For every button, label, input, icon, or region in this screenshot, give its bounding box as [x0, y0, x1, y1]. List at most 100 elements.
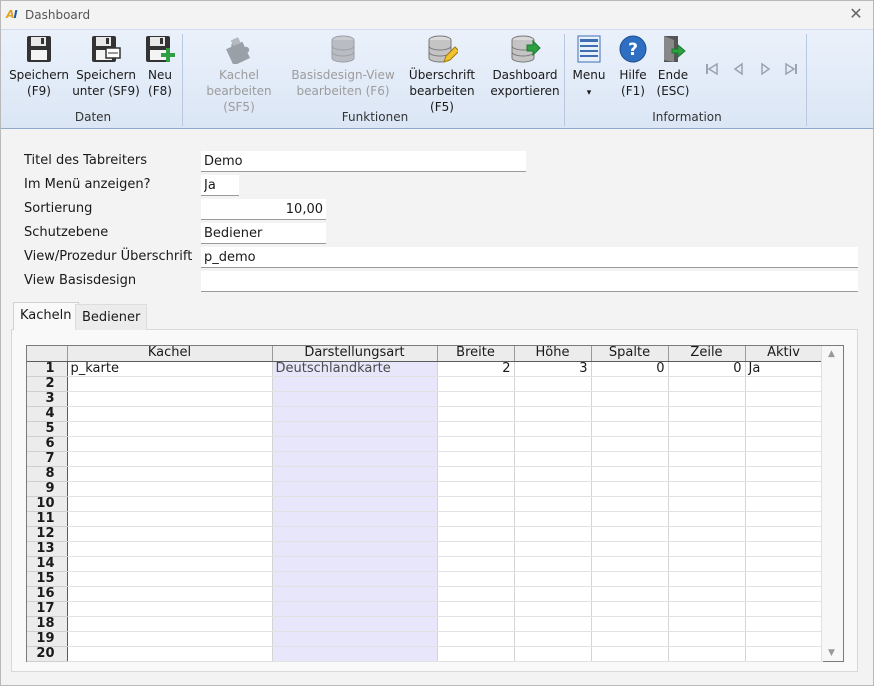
cell-aktiv[interactable]	[745, 481, 823, 497]
cell-aktiv[interactable]	[745, 451, 823, 467]
column-header-darstellungsart[interactable]: Darstellungsart	[272, 346, 438, 362]
column-header-breite[interactable]: Breite	[437, 346, 515, 362]
cell-spalte[interactable]	[591, 526, 669, 542]
cell-aktiv[interactable]	[745, 556, 823, 572]
cell-aktiv[interactable]: Ja	[745, 361, 823, 377]
cell-darstellungsart[interactable]	[272, 466, 438, 482]
cell-kachel[interactable]	[67, 586, 273, 602]
cell-hoehe[interactable]	[514, 511, 592, 527]
cell-zeile[interactable]: 0	[668, 361, 746, 377]
cell-spalte[interactable]	[591, 406, 669, 422]
cell-hoehe[interactable]	[514, 646, 592, 662]
table-row[interactable]: 19	[27, 631, 823, 647]
table-row[interactable]: 5	[27, 421, 823, 437]
cell-spalte[interactable]	[591, 556, 669, 572]
column-header-kachel[interactable]: Kachel	[67, 346, 273, 362]
table-row[interactable]: 18	[27, 616, 823, 632]
cell-breite[interactable]	[437, 391, 515, 407]
cell-darstellungsart[interactable]	[272, 631, 438, 647]
scroll-up-icon[interactable]: ▲	[828, 349, 835, 359]
cell-aktiv[interactable]	[745, 391, 823, 407]
cell-spalte[interactable]	[591, 391, 669, 407]
table-row[interactable]: 11	[27, 511, 823, 527]
cell-darstellungsart[interactable]	[272, 391, 438, 407]
cell-breite[interactable]	[437, 436, 515, 452]
cell-zeile[interactable]	[668, 466, 746, 482]
cell-hoehe[interactable]	[514, 406, 592, 422]
cell-aktiv[interactable]	[745, 541, 823, 557]
cell-kachel[interactable]	[67, 511, 273, 527]
cell-breite[interactable]	[437, 511, 515, 527]
cell-breite[interactable]	[437, 571, 515, 587]
cell-darstellungsart[interactable]: Deutschlandkarte	[272, 361, 438, 377]
cell-spalte[interactable]	[591, 376, 669, 392]
next-record-icon[interactable]	[758, 62, 772, 76]
cell-breite[interactable]	[437, 601, 515, 617]
table-row[interactable]: 2	[27, 376, 823, 392]
cell-hoehe[interactable]	[514, 586, 592, 602]
cell-kachel[interactable]	[67, 466, 273, 482]
cell-zeile[interactable]	[668, 496, 746, 512]
cell-zeile[interactable]	[668, 451, 746, 467]
cell-breite[interactable]	[437, 376, 515, 392]
save-as-button[interactable]: Speichern unter (SF9)	[71, 34, 141, 104]
cell-hoehe[interactable]	[514, 481, 592, 497]
cell-zeile[interactable]	[668, 541, 746, 557]
cell-aktiv[interactable]	[745, 496, 823, 512]
cell-spalte[interactable]	[591, 511, 669, 527]
cell-kachel[interactable]	[67, 496, 273, 512]
cell-spalte[interactable]	[591, 571, 669, 587]
table-row[interactable]: 7	[27, 451, 823, 467]
table-row[interactable]: 8	[27, 466, 823, 482]
cell-hoehe[interactable]	[514, 451, 592, 467]
cell-hoehe[interactable]	[514, 556, 592, 572]
cell-zeile[interactable]	[668, 631, 746, 647]
cell-breite[interactable]	[437, 526, 515, 542]
cell-kachel[interactable]	[67, 631, 273, 647]
cell-darstellungsart[interactable]	[272, 436, 438, 452]
cell-zeile[interactable]	[668, 436, 746, 452]
cell-zeile[interactable]	[668, 421, 746, 437]
cell-aktiv[interactable]	[745, 376, 823, 392]
cell-breite[interactable]	[437, 556, 515, 572]
cell-kachel[interactable]	[67, 616, 273, 632]
cell-hoehe[interactable]	[514, 436, 592, 452]
cell-kachel[interactable]	[67, 541, 273, 557]
cell-zeile[interactable]	[668, 376, 746, 392]
cell-spalte[interactable]	[591, 601, 669, 617]
cell-darstellungsart[interactable]	[272, 451, 438, 467]
cell-kachel[interactable]	[67, 391, 273, 407]
cell-kachel[interactable]	[67, 526, 273, 542]
column-header-hoehe[interactable]: Höhe	[514, 346, 592, 362]
table-row[interactable]: 17	[27, 601, 823, 617]
cell-breite[interactable]	[437, 541, 515, 557]
show-in-menu-field[interactable]	[201, 175, 239, 196]
cell-darstellungsart[interactable]	[272, 646, 438, 662]
table-row[interactable]: 15	[27, 571, 823, 587]
cell-aktiv[interactable]	[745, 421, 823, 437]
cell-kachel[interactable]	[67, 406, 273, 422]
cell-darstellungsart[interactable]	[272, 421, 438, 437]
cell-spalte[interactable]	[591, 586, 669, 602]
cell-zeile[interactable]	[668, 406, 746, 422]
cell-zeile[interactable]	[668, 601, 746, 617]
cell-aktiv[interactable]	[745, 466, 823, 482]
cell-spalte[interactable]	[591, 436, 669, 452]
cell-zeile[interactable]	[668, 511, 746, 527]
cell-breite[interactable]	[437, 496, 515, 512]
cell-aktiv[interactable]	[745, 616, 823, 632]
cell-darstellungsart[interactable]	[272, 586, 438, 602]
cell-zeile[interactable]	[668, 586, 746, 602]
cell-hoehe[interactable]	[514, 466, 592, 482]
cell-zeile[interactable]	[668, 556, 746, 572]
view-base-design-field[interactable]	[201, 271, 858, 292]
cell-kachel[interactable]	[67, 646, 273, 662]
table-row[interactable]: 10	[27, 496, 823, 512]
table-row[interactable]: 4	[27, 406, 823, 422]
cell-hoehe[interactable]: 3	[514, 361, 592, 377]
cell-hoehe[interactable]	[514, 376, 592, 392]
cell-aktiv[interactable]	[745, 526, 823, 542]
cell-darstellungsart[interactable]	[272, 406, 438, 422]
sort-field[interactable]	[201, 199, 326, 220]
cell-breite[interactable]	[437, 586, 515, 602]
